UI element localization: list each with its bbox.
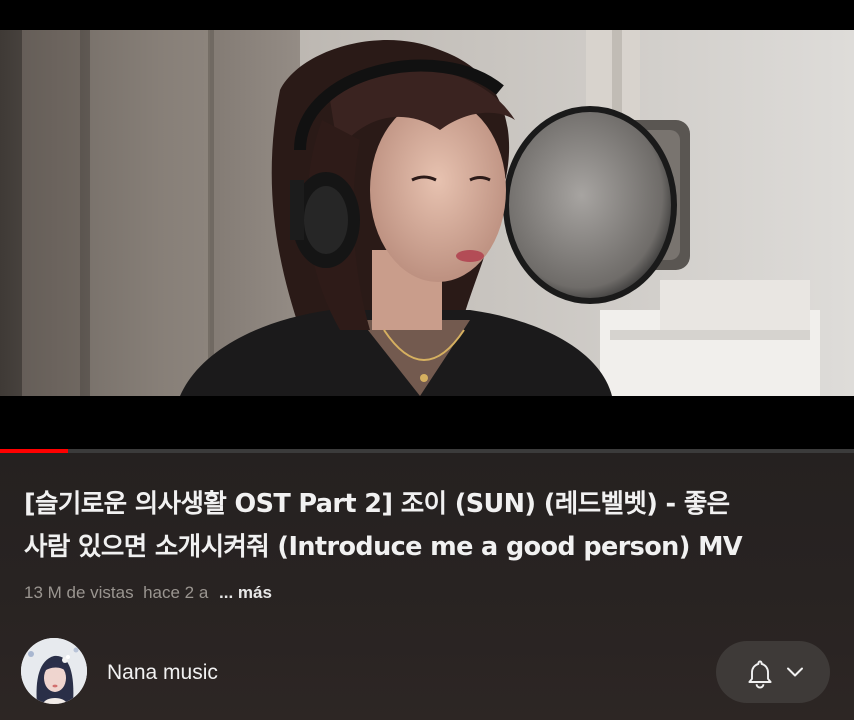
youtube-watch-screen: [슬기로운 의사생활 OST Part 2] 조이 (SUN) (레드벨벳) -… [0, 0, 854, 720]
video-title-line-2: 사람 있으면 소개시켜줘 (Introduce me a good person… [24, 532, 743, 562]
video-metadata[interactable]: 13 M de vistas hace 2 a ... más [24, 583, 272, 603]
chevron-down-icon [787, 667, 803, 677]
video-player[interactable] [0, 0, 854, 453]
video-title-line-1: [슬기로운 의사생활 OST Part 2] 조이 (SUN) (레드벨벳) -… [24, 489, 730, 519]
video-frame[interactable] [0, 30, 854, 396]
notifications-button[interactable] [716, 641, 830, 703]
video-frame-image [0, 30, 854, 396]
video-title[interactable]: [슬기로운 의사생활 OST Part 2] 조이 (SUN) (레드벨벳) -… [24, 483, 824, 569]
view-count: 13 M de vistas [24, 583, 134, 602]
bell-icon [748, 660, 772, 689]
more-link[interactable]: ... más [219, 583, 272, 602]
channel-avatar[interactable] [21, 638, 87, 704]
video-info-panel: [슬기로운 의사생활 OST Part 2] 조이 (SUN) (레드벨벳) -… [0, 453, 854, 720]
channel-name[interactable]: Nana music [107, 661, 218, 685]
avatar-image [21, 638, 87, 704]
channel-row: Nana music [21, 636, 831, 706]
upload-age: hace 2 a [143, 583, 209, 602]
